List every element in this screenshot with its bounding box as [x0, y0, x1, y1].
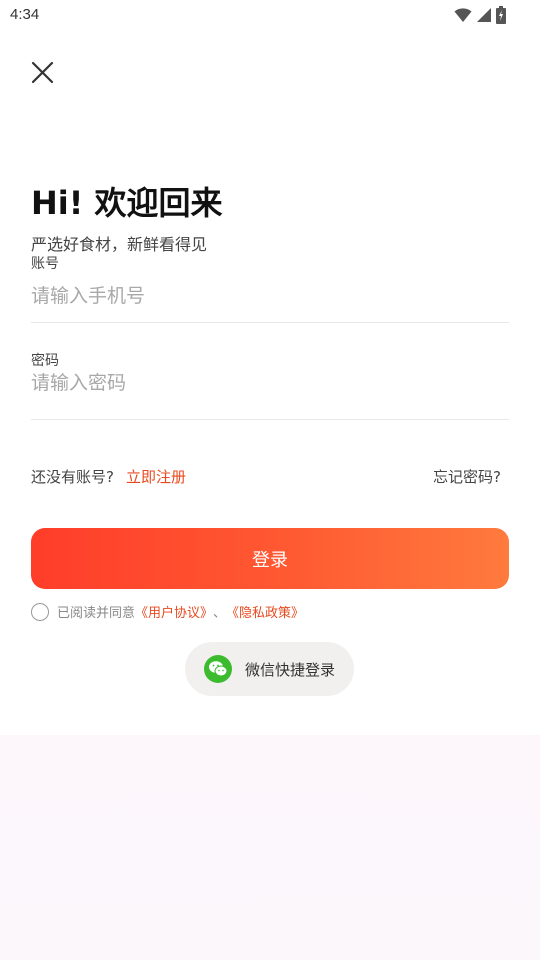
privacy-policy-link[interactable]: 《隐私政策》	[226, 602, 304, 621]
page-title: Hi! 欢迎回来	[31, 184, 223, 222]
page-subtitle: 严选好食材，新鲜看得见	[31, 235, 208, 254]
password-divider	[31, 419, 509, 420]
password-input[interactable]	[31, 366, 509, 400]
close-button[interactable]	[28, 58, 58, 88]
wechat-login-label: 微信快捷登录	[245, 660, 336, 679]
close-icon	[31, 61, 54, 84]
status-icons	[454, 6, 506, 24]
agreement-row: 已阅读并同意 《用户协议》 、 《隐私政策》	[31, 602, 304, 621]
wechat-icon	[204, 655, 232, 683]
login-button[interactable]: 登录	[31, 528, 509, 589]
status-bar: 4:34	[0, 0, 540, 32]
phone-input[interactable]	[31, 279, 509, 313]
battery-icon	[496, 6, 506, 24]
agreement-separator: 、	[213, 606, 227, 621]
cellular-signal-icon	[477, 8, 491, 22]
status-time: 4:34	[10, 6, 40, 23]
register-row: 还没有账号? 立即注册	[31, 466, 186, 487]
account-divider	[31, 322, 509, 323]
account-label: 账号	[31, 256, 59, 272]
forgot-password-link[interactable]: 忘记密码?	[433, 466, 501, 487]
register-link[interactable]: 立即注册	[126, 466, 186, 487]
agreement-checkbox[interactable]	[31, 602, 49, 621]
wifi-icon	[454, 8, 472, 22]
bottom-background	[0, 735, 540, 960]
wechat-login-button[interactable]: 微信快捷登录	[185, 642, 354, 696]
register-prompt: 还没有账号?	[31, 468, 114, 486]
agreement-prefix: 已阅读并同意	[57, 606, 136, 621]
user-agreement-link[interactable]: 《用户协议》	[135, 602, 213, 621]
